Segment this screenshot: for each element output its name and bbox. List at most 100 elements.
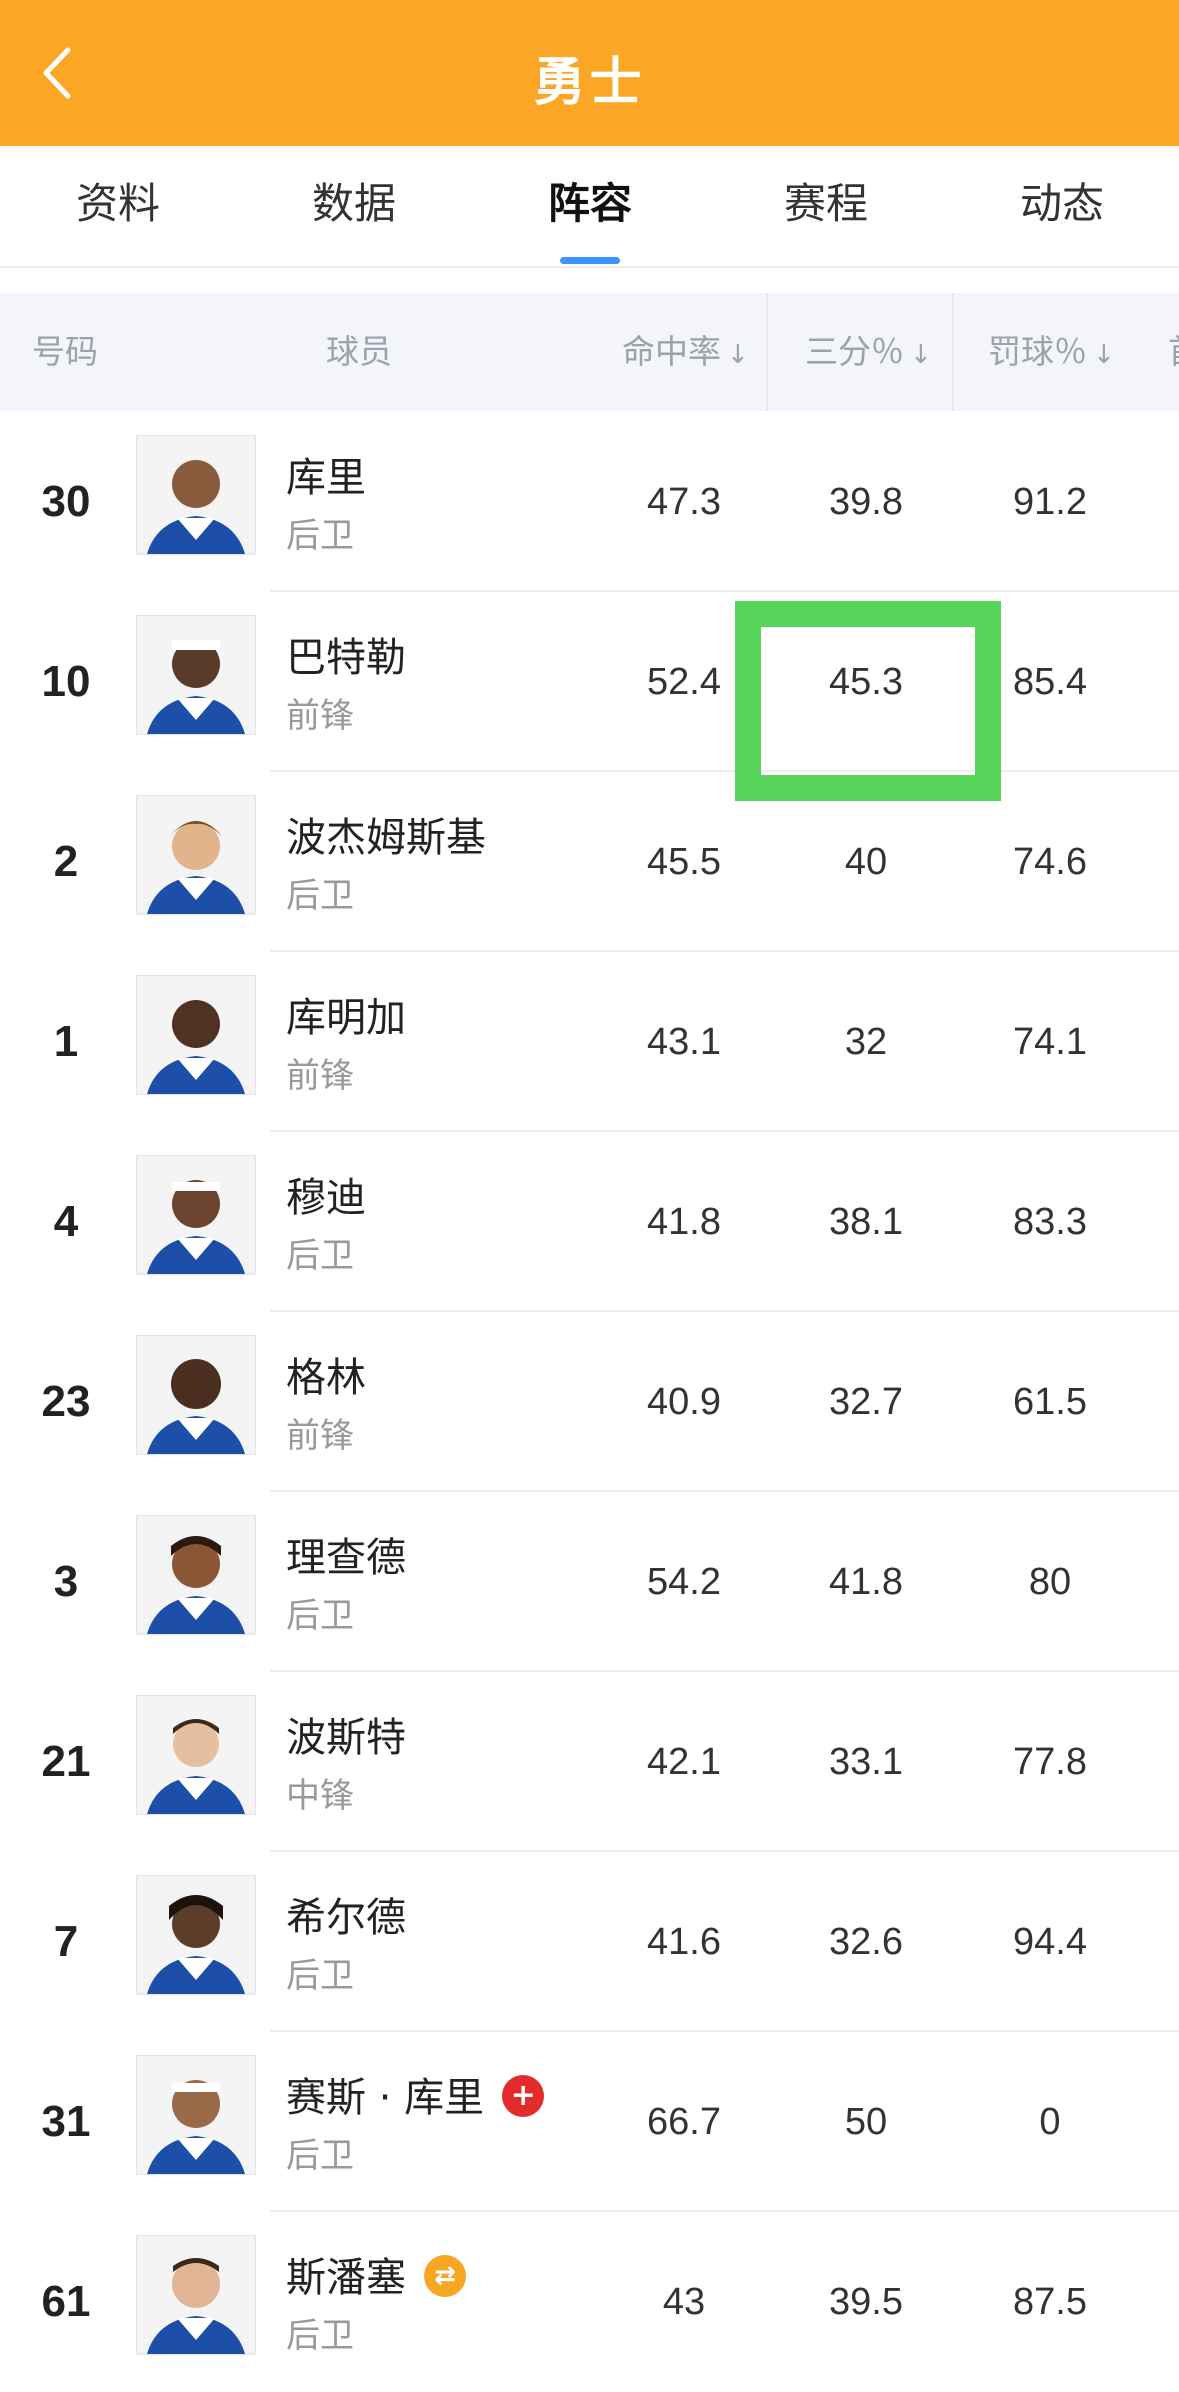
player-name: 波斯特 <box>286 1715 406 1761</box>
player-avatar <box>136 975 256 1095</box>
table-row[interactable]: 4 穆迪 后卫 41.8 38.1 83.3 <box>0 1132 1179 1312</box>
player-name: 格林 <box>286 1355 366 1401</box>
three-pct-value: 50 <box>844 2101 888 2143</box>
jersey-number: 30 <box>41 477 91 526</box>
column-header-more[interactable]: 首 <box>1168 293 1179 411</box>
ft-pct-value: 77.8 <box>1013 1741 1087 1783</box>
ft-pct-value: 74.6 <box>1013 841 1087 883</box>
three-pct-value: 41.8 <box>829 1561 903 1603</box>
player-position: 后卫 <box>286 2136 354 2176</box>
player-avatar <box>136 1515 256 1635</box>
fg-pct-value: 41.6 <box>647 1921 721 1963</box>
column-header-three-pct[interactable]: 三分％ ↓ <box>805 293 932 411</box>
ft-pct-value: 80 <box>1028 1561 1072 1603</box>
column-label: 命中率 <box>622 332 721 371</box>
table-row[interactable]: 10 巴特勒 前锋 52.4 45.3 85.4 <box>0 592 1179 772</box>
table-row[interactable]: 1 库明加 前锋 43.1 32 74.1 <box>0 952 1179 1132</box>
player-position: 中锋 <box>286 1776 354 1816</box>
player-avatar <box>136 615 256 735</box>
player-avatar <box>136 1335 256 1455</box>
player-name: 理查德 <box>286 1535 406 1581</box>
injury-cross-icon: + <box>502 2075 545 2117</box>
jersey-number: 1 <box>53 1017 79 1066</box>
column-header-ft-pct[interactable]: 罚球％ ↓ <box>988 293 1115 411</box>
jersey-number: 61 <box>41 2277 91 2326</box>
table-row[interactable]: 31 赛斯 · 库里 + 后卫 66.7 50 0 <box>0 2032 1179 2212</box>
player-position: 后卫 <box>286 516 354 556</box>
ft-pct-value: 83.3 <box>1013 1201 1087 1243</box>
tab-profile[interactable]: 资料 <box>0 146 236 266</box>
table-row[interactable]: 21 波斯特 中锋 42.1 33.1 77.8 <box>0 1672 1179 1852</box>
three-pct-value: 40 <box>844 841 888 883</box>
table-row[interactable]: 30 库里 后卫 47.3 39.8 91.2 <box>0 412 1179 592</box>
sort-arrow-icon: ↓ <box>910 340 932 370</box>
player-name: 库明加 <box>286 995 406 1041</box>
column-header-player: 球员 <box>326 332 392 371</box>
player-name: 希尔德 <box>286 1895 406 1941</box>
fg-pct-value: 45.5 <box>647 841 721 883</box>
page-title: 勇士 <box>533 53 646 113</box>
three-pct-value: 32.6 <box>829 1921 903 1963</box>
three-pct-value: 38.1 <box>829 1201 903 1243</box>
table-row[interactable]: 7 希尔德 后卫 41.6 32.6 94.4 <box>0 1852 1179 2032</box>
player-avatar <box>136 1695 256 1815</box>
player-name-text: 赛斯 · 库里 <box>286 2075 485 2121</box>
column-label: 罚球％ <box>988 332 1087 371</box>
player-position: 后卫 <box>286 1956 354 1996</box>
top-navigation-bar: 勇士 <box>0 0 1179 146</box>
fg-pct-value: 52.4 <box>647 661 721 703</box>
three-pct-value: 39.8 <box>829 481 903 523</box>
fg-pct-value: 43.1 <box>647 1021 721 1063</box>
table-row[interactable]: 2 波杰姆斯基 后卫 45.5 40 74.6 <box>0 772 1179 952</box>
column-header-number: 号码 <box>32 332 98 371</box>
fg-pct-value: 41.8 <box>647 1201 721 1243</box>
fg-pct-value: 40.9 <box>647 1381 721 1423</box>
fg-pct-value: 43 <box>662 2281 706 2323</box>
player-avatar <box>136 435 256 555</box>
table-row[interactable]: 23 格林 前锋 40.9 32.7 61.5 <box>0 1312 1179 1492</box>
jersey-number: 4 <box>53 1197 79 1246</box>
column-header-fg-pct[interactable]: 命中率 ↓ <box>622 293 749 411</box>
fg-pct-value: 42.1 <box>647 1741 721 1783</box>
ft-pct-value: 85.4 <box>1013 661 1087 703</box>
sort-arrow-icon: ↓ <box>727 340 749 370</box>
jersey-number: 21 <box>41 1737 91 1786</box>
player-position: 后卫 <box>286 2316 354 2356</box>
player-name-text: 斯潘塞 <box>286 2255 406 2301</box>
jersey-number: 3 <box>53 1557 79 1606</box>
table-row[interactable]: 61 斯潘塞 ⇄ 后卫 43 39.5 87.5 <box>0 2212 1179 2392</box>
player-name: 巴特勒 <box>286 635 406 681</box>
player-name: 波杰姆斯基 <box>286 815 486 861</box>
table-row[interactable]: 3 理查德 后卫 54.2 41.8 80 <box>0 1492 1179 1672</box>
jersey-number: 31 <box>41 2097 91 2146</box>
player-name: 库里 <box>286 455 366 501</box>
tab-stats[interactable]: 数据 <box>236 146 472 266</box>
jersey-number: 10 <box>41 657 91 706</box>
three-pct-value: 32 <box>844 1021 888 1063</box>
ft-pct-value: 87.5 <box>1013 2281 1087 2323</box>
tab-schedule[interactable]: 赛程 <box>708 146 944 266</box>
three-pct-value: 39.5 <box>829 2281 903 2323</box>
three-pct-value: 45.3 <box>829 661 903 703</box>
tab-bar: 资料 数据 阵容 赛程 动态 <box>0 146 1179 268</box>
fg-pct-value: 54.2 <box>647 1561 721 1603</box>
ft-pct-value: 61.5 <box>1013 1381 1087 1423</box>
ft-pct-value: 91.2 <box>1013 481 1087 523</box>
sort-arrow-icon: ↓ <box>1093 340 1115 370</box>
player-avatar <box>136 2235 256 2355</box>
player-avatar <box>136 1875 256 1995</box>
tab-roster[interactable]: 阵容 <box>472 146 708 266</box>
player-position: 前锋 <box>286 696 354 736</box>
active-tab-indicator <box>560 257 620 264</box>
ft-pct-value: 74.1 <box>1013 1021 1087 1063</box>
jersey-number: 2 <box>53 837 79 886</box>
column-label: 三分％ <box>805 332 904 371</box>
table-header: 号码 球员 命中率↓ 三分％↓ 罚球％↓ 首 <box>0 293 1179 411</box>
jersey-number: 7 <box>53 1917 79 1966</box>
tab-news[interactable]: 动态 <box>944 146 1179 266</box>
ft-pct-value: 94.4 <box>1013 1921 1087 1963</box>
column-divider <box>766 293 768 411</box>
player-position: 后卫 <box>286 1236 354 1276</box>
two-way-contract-icon: ⇄ <box>424 2255 466 2297</box>
player-name: 穆迪 <box>286 1175 366 1221</box>
